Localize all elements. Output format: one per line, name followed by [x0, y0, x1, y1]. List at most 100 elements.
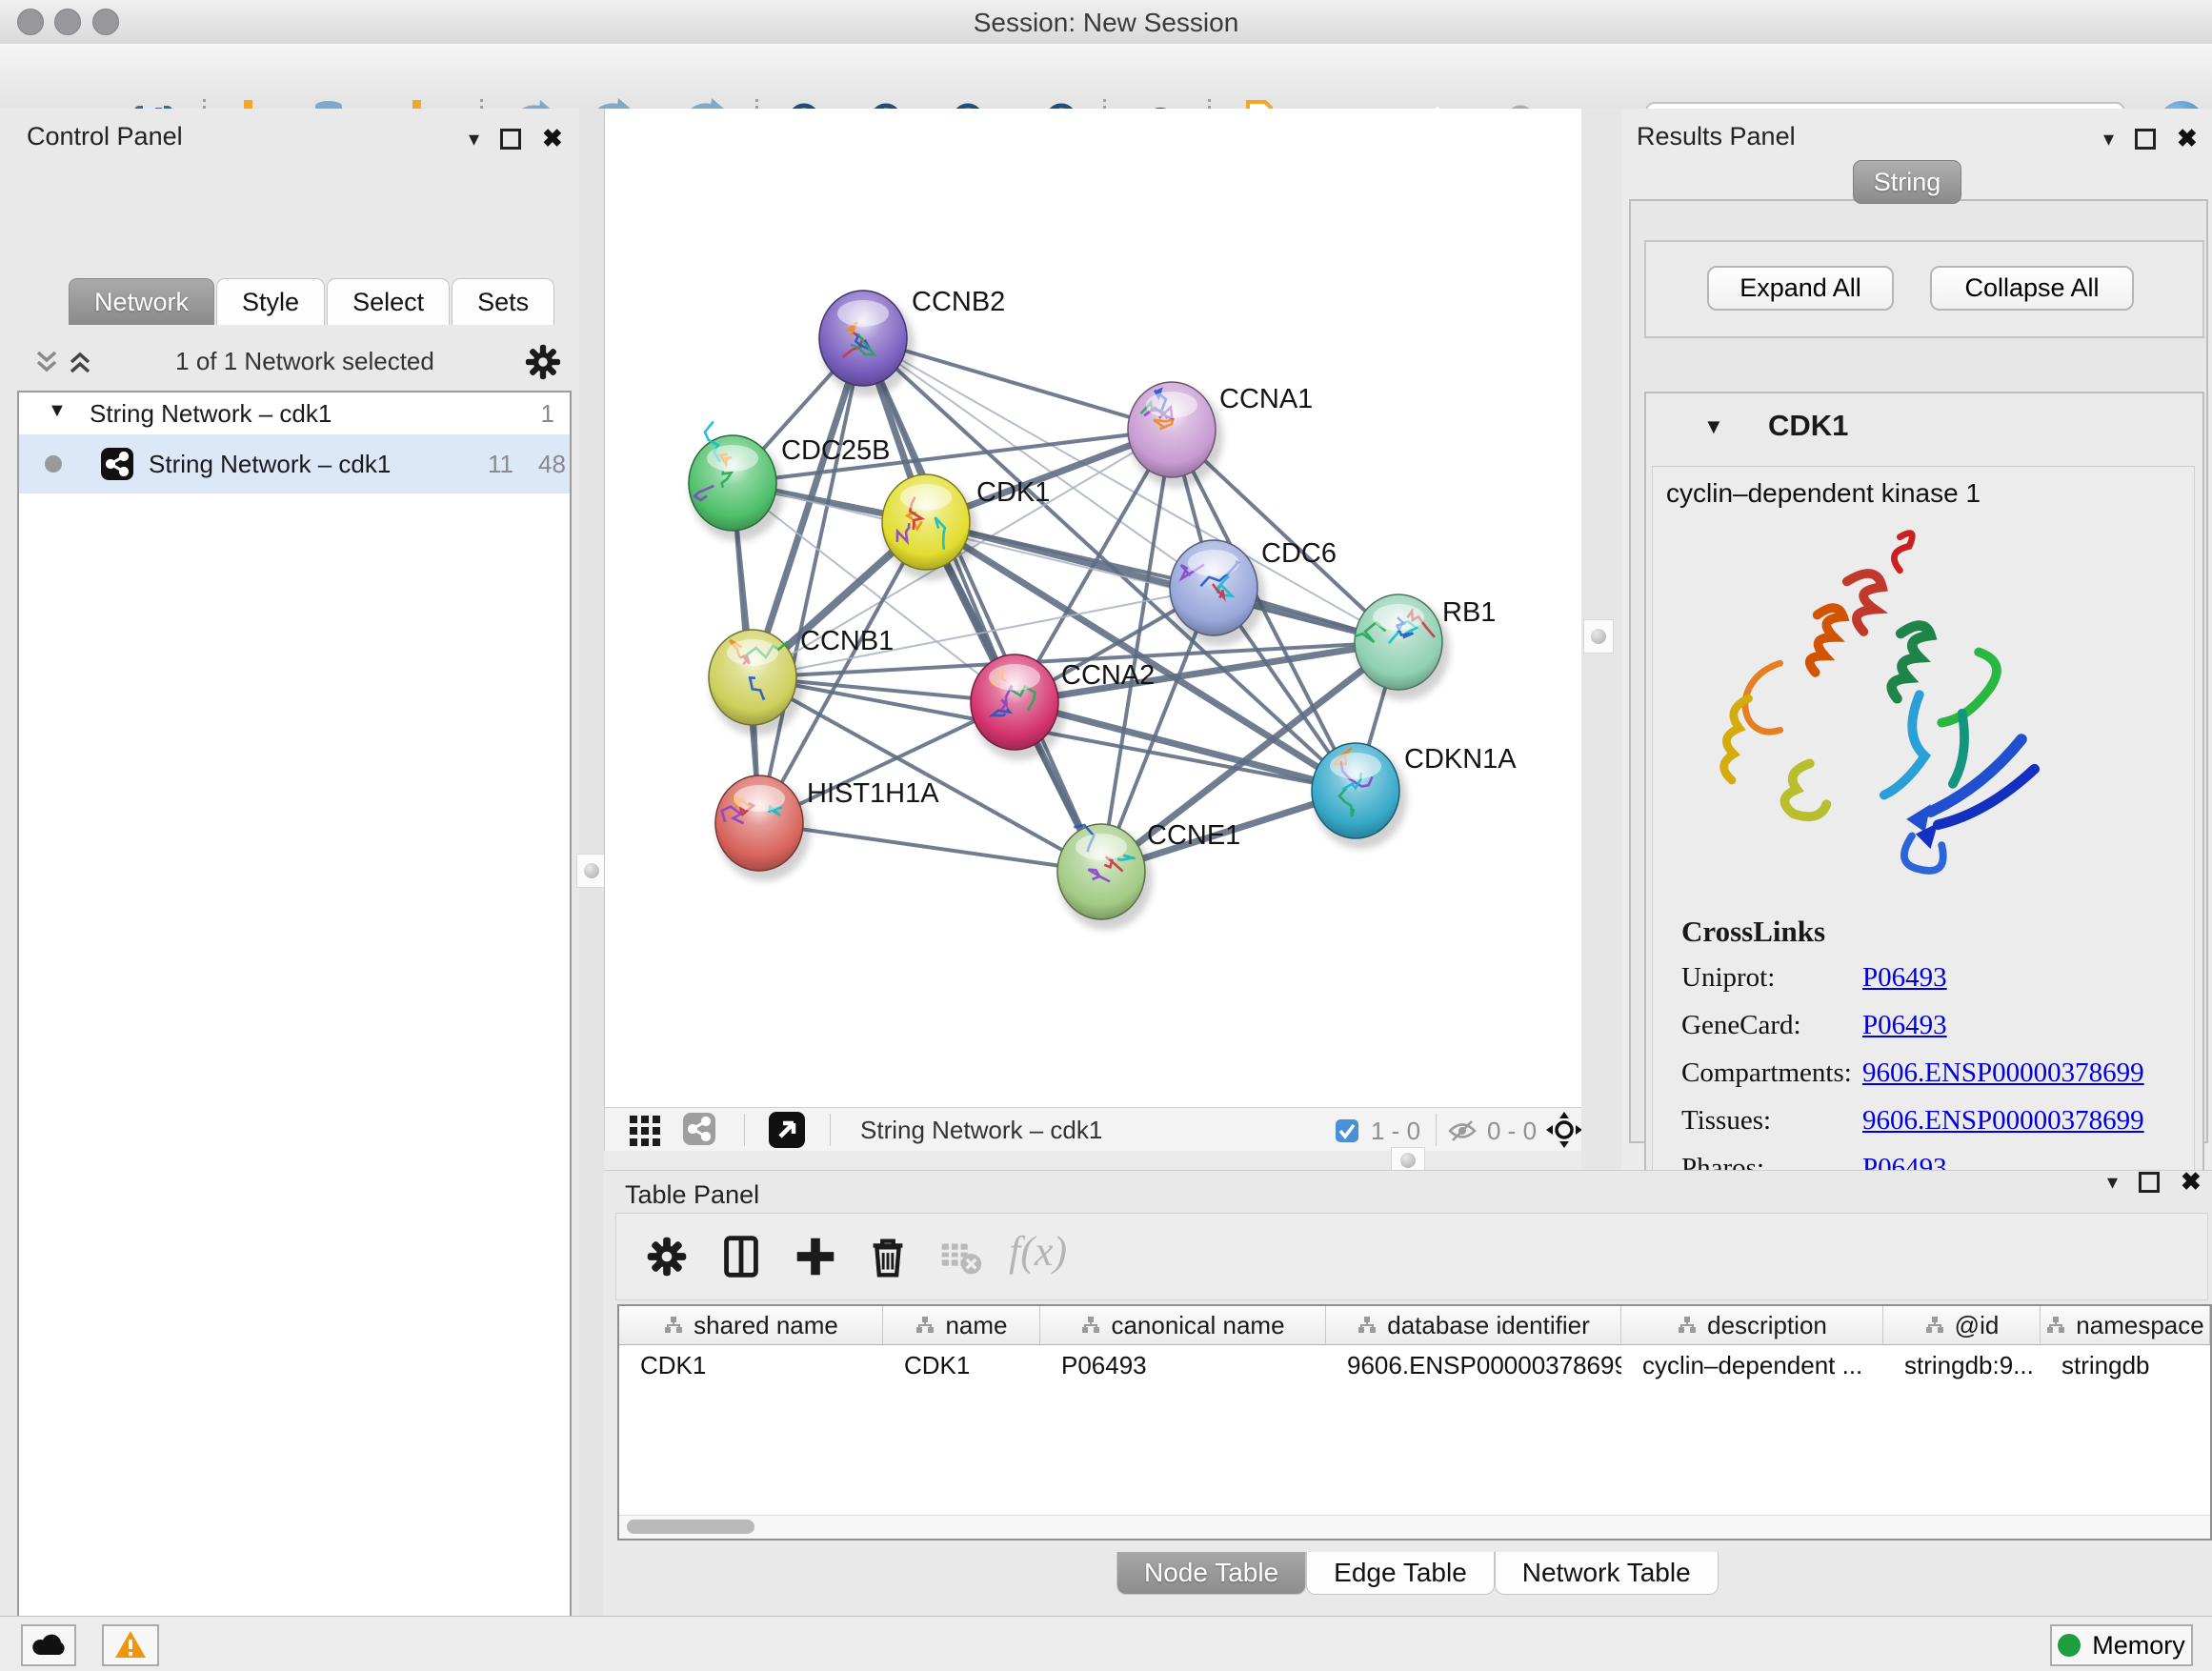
- panel-float-icon[interactable]: [2139, 1172, 2160, 1193]
- horizontal-splitter[interactable]: [604, 1151, 1581, 1170]
- network-node-CDK1[interactable]: CDK1: [882, 474, 1050, 580]
- table-cell[interactable]: stringdb:9...: [1883, 1345, 2041, 1385]
- splitter-handle[interactable]: [1583, 619, 1614, 654]
- columns-icon: [715, 1231, 767, 1282]
- network-node-CDKN1A[interactable]: CDKN1A: [1312, 743, 1517, 849]
- node-label: RB1: [1442, 597, 1496, 628]
- crosslink-row: GeneCard:P06493: [1681, 1010, 2144, 1041]
- birdseye-view-icon[interactable]: [769, 1112, 805, 1148]
- collapse-all-button[interactable]: Collapse All: [1930, 266, 2134, 311]
- right-splitter[interactable]: [1581, 109, 1621, 1170]
- table-cell[interactable]: 9606.ENSP00000378699: [1326, 1345, 1621, 1385]
- network-graph[interactable]: CCNB2CCNA1CDC25BCDK1CDC6RB1CCNB1CCNA2CDK…: [605, 109, 1582, 1107]
- table-cell[interactable]: cyclin–dependent ...: [1621, 1345, 1883, 1385]
- collapse-all-icon[interactable]: [33, 349, 60, 375]
- node-label: CCNB2: [912, 287, 1005, 317]
- column-header-canonical-name[interactable]: canonical name: [1040, 1306, 1326, 1344]
- column-header-@id[interactable]: @id: [1883, 1306, 2041, 1344]
- crosslink-label: Compartments:: [1681, 1057, 1862, 1089]
- splitter-handle[interactable]: [576, 854, 607, 888]
- table-cell[interactable]: CDK1: [619, 1345, 883, 1385]
- delete-table-icon: [935, 1231, 986, 1282]
- panel-close-icon[interactable]: ✖: [2181, 1167, 2202, 1197]
- panel-menu-icon[interactable]: ▾: [469, 127, 479, 151]
- expand-all-button[interactable]: Expand All: [1707, 266, 1894, 311]
- warning-button[interactable]: [102, 1624, 159, 1666]
- panel-close-icon[interactable]: ✖: [2177, 124, 2198, 153]
- function-builder-button[interactable]: f(x): [1009, 1227, 1067, 1276]
- tab-network[interactable]: Network: [69, 278, 214, 325]
- tab-string[interactable]: String: [1853, 160, 1961, 204]
- create-column-button[interactable]: [790, 1231, 841, 1282]
- panel-float-icon[interactable]: [2135, 129, 2156, 150]
- crosslink-uniprot-link[interactable]: P06493: [1862, 962, 1947, 994]
- scrollbar-thumb[interactable]: [627, 1520, 754, 1534]
- collection-expand-icon[interactable]: ▼: [48, 400, 67, 422]
- network-view-title: String Network – cdk1: [860, 1116, 1102, 1145]
- crosslink-genecard-link[interactable]: P06493: [1862, 1010, 1947, 1041]
- cloud-button[interactable]: [21, 1624, 76, 1666]
- network-node-CCNB1[interactable]: CCNB1: [709, 626, 894, 735]
- column-header-shared-name[interactable]: shared name: [619, 1306, 883, 1344]
- network-node-CCNA1[interactable]: CCNA1: [1128, 382, 1313, 488]
- panel-menu-icon[interactable]: ▾: [2103, 127, 2114, 151]
- network-canvas[interactable]: CCNB2CCNA1CDC25BCDK1CDC6RB1CCNB1CCNA2CDK…: [604, 109, 1583, 1107]
- node-label: CCNA1: [1219, 384, 1313, 414]
- crosshair-icon[interactable]: [1546, 1112, 1582, 1148]
- expand-all-icon[interactable]: [67, 349, 93, 375]
- crosslink-compartments-link[interactable]: 9606.ENSP00000378699: [1862, 1057, 2144, 1089]
- namespace-tree-icon: [1677, 1316, 1698, 1335]
- show-column-button[interactable]: [715, 1231, 767, 1282]
- tab-network-table[interactable]: Network Table: [1495, 1552, 1719, 1595]
- toolbar-separator: [1436, 1114, 1437, 1146]
- table-options-button[interactable]: [641, 1231, 693, 1282]
- table-row[interactable]: CDK1CDK1P064939606.ENSP00000378699cyclin…: [619, 1345, 2210, 1385]
- memory-button[interactable]: Memory: [2050, 1624, 2193, 1666]
- table-cell[interactable]: CDK1: [883, 1345, 1040, 1385]
- network-node-CDC25B[interactable]: CDC25B: [689, 422, 890, 542]
- tab-sets[interactable]: Sets: [452, 278, 554, 325]
- left-splitter[interactable]: [579, 109, 604, 1616]
- column-header-description[interactable]: description: [1621, 1306, 1883, 1344]
- tab-edge-table[interactable]: Edge Table: [1306, 1552, 1495, 1595]
- network-node-CCNB2[interactable]: CCNB2: [819, 287, 1005, 396]
- table-hscrollbar[interactable]: [619, 1515, 2210, 1539]
- node-label: HIST1H1A: [807, 778, 939, 809]
- selected-checkbox-icon[interactable]: [1335, 1118, 1359, 1143]
- column-header-name[interactable]: name: [883, 1306, 1040, 1344]
- network-node-RB1[interactable]: RB1: [1355, 594, 1497, 700]
- results-panel: Results Panel ▾ ✖ String Expand All Coll…: [1621, 109, 2212, 1170]
- node-table: shared namenamecanonical namedatabase id…: [617, 1304, 2212, 1540]
- network-row-selected[interactable]: String Network – cdk1 11 48: [19, 434, 570, 493]
- delete-column-button[interactable]: [862, 1231, 914, 1282]
- memory-status-icon: [2058, 1634, 2081, 1657]
- panel-float-icon[interactable]: [500, 129, 521, 150]
- node-label: CDKN1A: [1404, 744, 1517, 775]
- network-node-HIST1H1A[interactable]: HIST1H1A: [715, 775, 939, 881]
- table-cell[interactable]: stringdb: [2041, 1345, 2210, 1385]
- panel-menu-icon[interactable]: ▾: [2107, 1170, 2118, 1195]
- network-badge-icon[interactable]: [683, 1113, 715, 1145]
- network-collection-row[interactable]: ▼ String Network – cdk1 1: [19, 393, 570, 434]
- result-entry-body: cyclin–dependent kinase 1: [1652, 466, 2195, 1218]
- namespace-tree-icon: [663, 1316, 684, 1335]
- column-header-namespace[interactable]: namespace: [2041, 1306, 2210, 1344]
- tab-node-table[interactable]: Node Table: [1116, 1552, 1306, 1595]
- tab-style[interactable]: Style: [216, 278, 325, 325]
- results-content: Expand All Collapse All ▼ CDK1 cyclin–de…: [1629, 199, 2208, 1143]
- node-label: CDK1: [976, 477, 1050, 508]
- network-node-CCNE1[interactable]: CCNE1: [1057, 820, 1240, 930]
- table-cell[interactable]: P06493: [1040, 1345, 1326, 1385]
- control-panel-title: Control Panel: [27, 122, 183, 151]
- result-entry-header[interactable]: ▼ CDK1: [1646, 393, 2202, 466]
- tab-select[interactable]: Select: [327, 278, 450, 325]
- crosslink-tissues-link[interactable]: 9606.ENSP00000378699: [1862, 1105, 2144, 1137]
- column-header-database-identifier[interactable]: database identifier: [1326, 1306, 1621, 1344]
- grid-view-icon[interactable]: [629, 1115, 661, 1147]
- panel-close-icon[interactable]: ✖: [542, 124, 563, 153]
- network-options-gear-icon[interactable]: [522, 341, 564, 383]
- network-edge: [759, 338, 863, 823]
- entry-collapse-icon[interactable]: ▼: [1703, 414, 1724, 439]
- delete-table-button[interactable]: [935, 1231, 986, 1282]
- network-label: String Network – cdk1: [149, 450, 391, 479]
